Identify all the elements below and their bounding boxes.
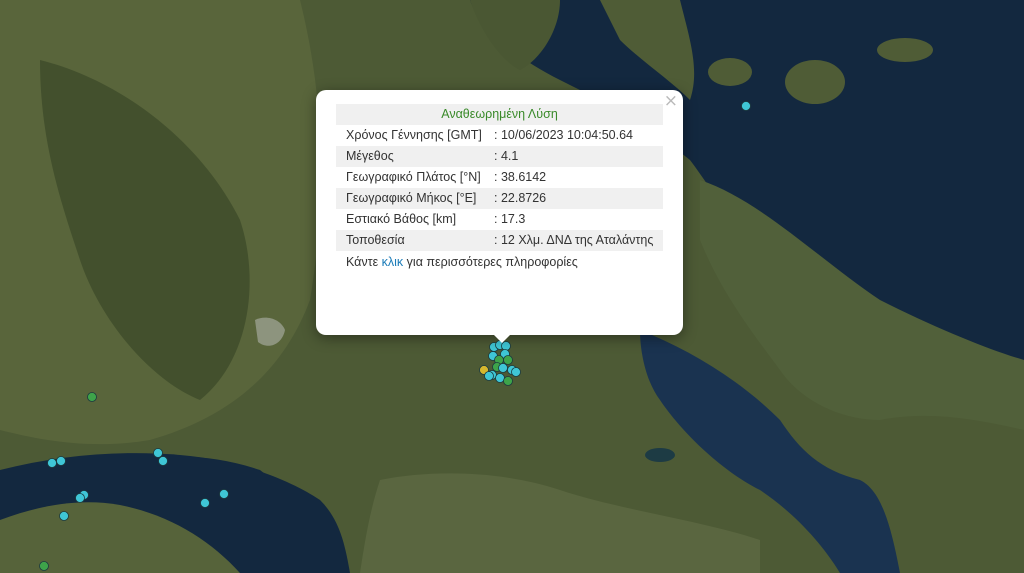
more-info-suffix: για περισσότερες πληροφορίες xyxy=(406,255,578,269)
earthquake-marker[interactable] xyxy=(200,498,210,508)
earthquake-marker[interactable] xyxy=(59,511,69,521)
depth-value: : 17.3 xyxy=(494,212,526,226)
earthquake-details-table: Αναθεωρημένη Λύση Χρόνος Γέννησης [GMT] … xyxy=(336,104,663,251)
table-row: Μέγεθος : 4.1 xyxy=(336,146,663,167)
table-row: Γεωγραφικό Πλάτος [°N] : 38.6142 xyxy=(336,167,663,188)
latitude-value: : 38.6142 xyxy=(494,170,547,184)
earthquake-marker[interactable] xyxy=(158,456,168,466)
earthquake-marker[interactable] xyxy=(39,561,49,571)
longitude-label: Γεωγραφικό Μήκος [°E] xyxy=(336,188,492,209)
alonissos-island xyxy=(877,38,933,62)
more-info-text: Κάντε κλικ για περισσότερες πληροφορίες xyxy=(336,251,663,269)
origin-time-label: Χρόνος Γέννησης [GMT] xyxy=(346,128,482,142)
earthquake-marker[interactable] xyxy=(484,371,494,381)
longitude-value: : 22.8726 xyxy=(492,188,663,209)
popup-tip xyxy=(492,333,512,343)
table-row: Γεωγραφικό Μήκος [°E] : 22.8726 xyxy=(336,188,663,209)
earthquake-marker[interactable] xyxy=(219,489,229,499)
earthquake-marker[interactable] xyxy=(503,355,513,365)
earthquake-marker[interactable] xyxy=(87,392,97,402)
earthquake-marker[interactable] xyxy=(498,363,508,373)
earthquake-marker[interactable] xyxy=(741,101,751,111)
depth-label: Εστιακό Βάθος [km] xyxy=(346,212,457,226)
table-row: Χρόνος Γέννησης [GMT] : 10/06/2023 10:04… xyxy=(336,125,663,146)
table-row: Τοποθεσία : 12 Χλμ. ΔΝΔ της Αταλάντης xyxy=(336,230,663,251)
skopelos-island xyxy=(785,60,845,104)
earthquake-popup: × Αναθεωρημένη Λύση Χρόνος Γέννησης [GMT… xyxy=(316,90,683,335)
magnitude-value: : 4.1 xyxy=(492,146,663,167)
origin-time-value: : 10/06/2023 10:04:50.64 xyxy=(494,128,634,142)
earthquake-marker[interactable] xyxy=(153,448,163,458)
table-row: Εστιακό Βάθος [km] : 17.3 xyxy=(336,209,663,230)
more-info-prefix: Κάντε xyxy=(346,255,379,269)
skiathos-island xyxy=(708,58,752,86)
earthquake-marker[interactable] xyxy=(511,367,521,377)
close-icon[interactable]: × xyxy=(664,92,678,110)
lake xyxy=(645,448,675,462)
more-info-link[interactable]: κλικ xyxy=(382,255,404,269)
popup-title: Αναθεωρημένη Λύση xyxy=(336,104,663,125)
earthquake-marker[interactable] xyxy=(75,493,85,503)
location-label: Τοποθεσία xyxy=(336,230,492,251)
earthquake-marker[interactable] xyxy=(56,456,66,466)
location-value: : 12 Χλμ. ΔΝΔ της Αταλάντης xyxy=(492,230,663,251)
magnitude-label: Μέγεθος xyxy=(336,146,492,167)
earthquake-marker[interactable] xyxy=(503,376,513,386)
earthquake-marker[interactable] xyxy=(47,458,57,468)
latitude-label: Γεωγραφικό Πλάτος [°N] xyxy=(346,170,481,184)
